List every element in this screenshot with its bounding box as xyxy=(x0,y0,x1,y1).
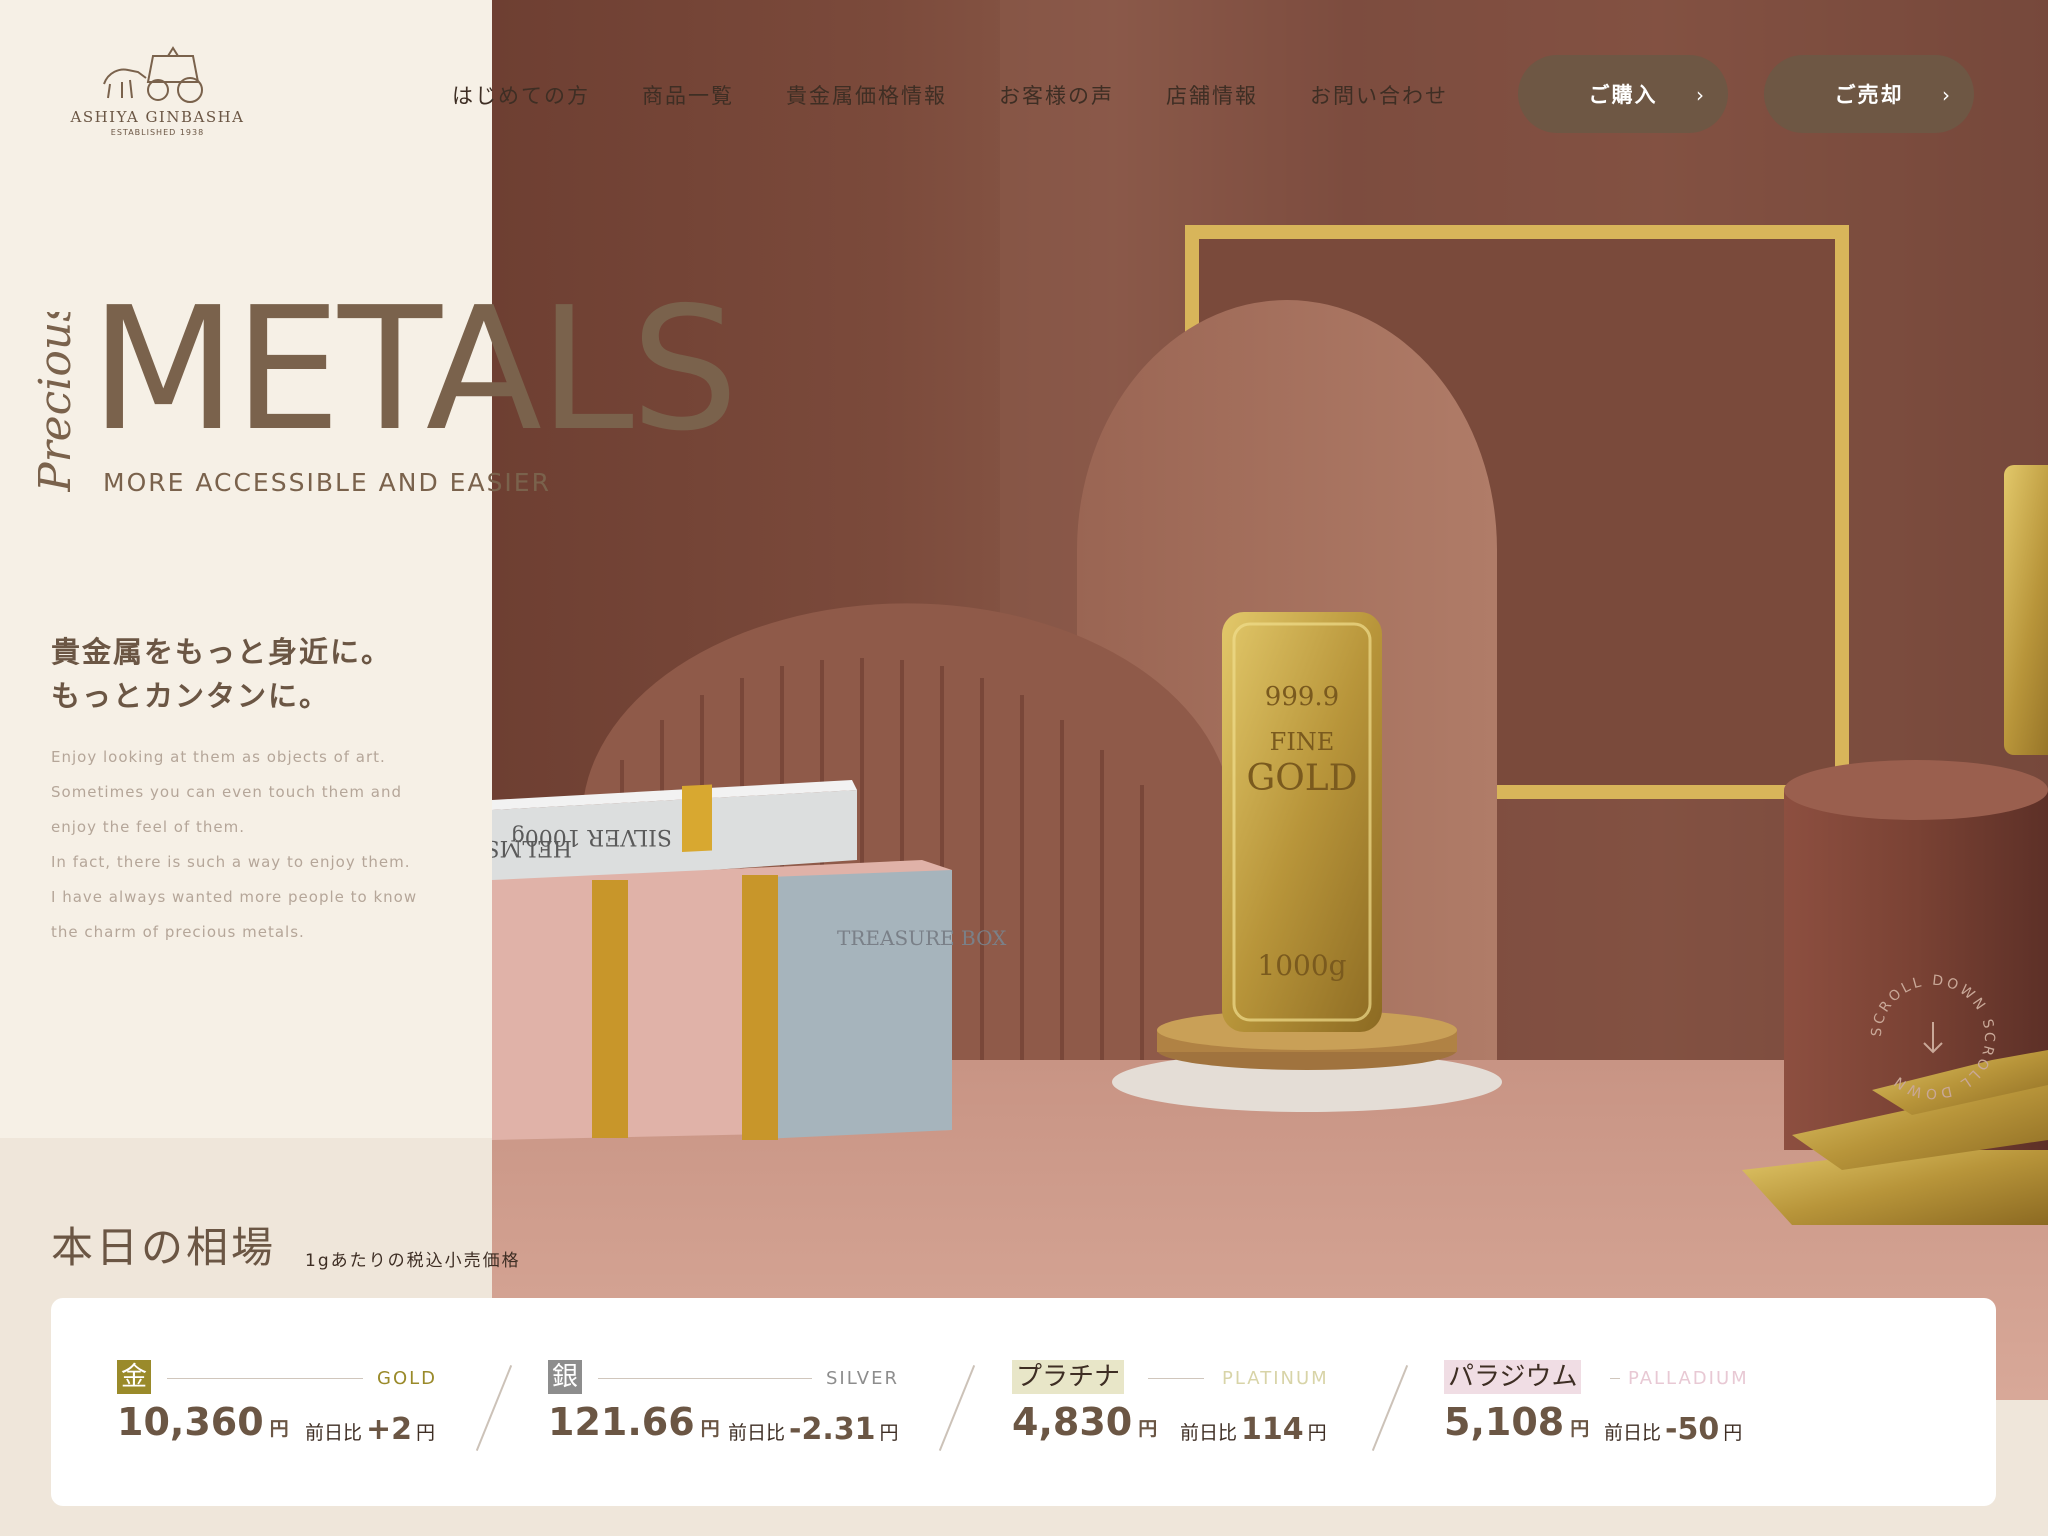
market-note: 1gあたりの税込小売価格 xyxy=(305,1251,521,1271)
desc-line: the charm of precious metals. xyxy=(51,923,305,941)
change-value: +2 xyxy=(366,1412,413,1447)
buy-button[interactable]: ご購入 › xyxy=(1518,55,1728,133)
metal-change: 前日比 +2 円 xyxy=(305,1412,435,1447)
desc-line: Enjoy looking at them as objects of art. xyxy=(51,748,386,766)
metal-palladium: パラジウム PALLADIUM 5,108 円 前日比 -50 円 xyxy=(1444,1360,1784,1447)
currency: 円 xyxy=(269,1418,289,1440)
metal-badge: プラチナ xyxy=(1012,1360,1125,1394)
divider-line xyxy=(167,1378,363,1379)
metal-silver: 銀 SILVER 121.66 円 前日比 -2.31 円 xyxy=(548,1360,908,1447)
price-value: 4,830 xyxy=(1012,1400,1133,1444)
carriage-logo-icon xyxy=(102,46,203,103)
gold-bar-purity: 999.9 xyxy=(1265,682,1339,712)
compare-label: 前日比 xyxy=(728,1422,786,1444)
metal-badge: 銀 xyxy=(548,1360,583,1394)
gold-bar-gold: GOLD xyxy=(1246,758,1357,799)
currency: 円 xyxy=(1307,1422,1327,1444)
price-value: 121.66 xyxy=(548,1400,695,1444)
hero-description: Enjoy looking at them as objects of art.… xyxy=(51,740,417,950)
compare-label: 前日比 xyxy=(1180,1422,1238,1444)
divider-line xyxy=(1148,1378,1204,1379)
silver-bar-brand: HELMS xyxy=(492,835,572,860)
price-value: 5,108 xyxy=(1444,1400,1565,1444)
metal-change: 前日比 -2.31 円 xyxy=(728,1412,899,1447)
desc-line: Sometimes you can even touch them and xyxy=(51,783,402,801)
divider-line xyxy=(1610,1378,1620,1379)
metal-price: 121.66 円 xyxy=(548,1400,720,1444)
metal-en: GOLD xyxy=(377,1368,438,1389)
price-value: 10,360 xyxy=(117,1400,264,1444)
currency: 円 xyxy=(700,1418,720,1440)
buy-button-label: ご購入 xyxy=(1588,83,1658,107)
metal-gold: 金 GOLD 10,360 円 前日比 +2 円 xyxy=(117,1360,438,1447)
sell-button[interactable]: ご売却 › xyxy=(1764,55,1974,133)
currency: 円 xyxy=(1138,1418,1158,1440)
metal-badge: パラジウム xyxy=(1444,1360,1582,1394)
nav-products[interactable]: 商品一覧 xyxy=(642,80,734,110)
brand-established: ESTABLISHED 1938 xyxy=(110,128,205,137)
metal-change: 前日比 -50 円 xyxy=(1604,1412,1742,1447)
brand-logo[interactable]: ASHIYA GINBASHA ESTABLISHED 1938 xyxy=(70,44,245,137)
gold-bar-weight: 1000g xyxy=(1257,949,1346,982)
nav-voices[interactable]: お客様の声 xyxy=(999,80,1114,110)
change-value: -2.31 xyxy=(789,1412,876,1447)
market-title: 本日の相場 xyxy=(51,1223,277,1272)
box-text: TREASURE BOX xyxy=(837,926,1007,950)
desc-line: In fact, there is such a way to enjoy th… xyxy=(51,853,411,871)
metal-platinum: プラチナ PLATINUM 4,830 円 前日比 114 円 xyxy=(1012,1360,1352,1447)
hero-lead: 貴金属をもっと身近に。 もっとカンタンに。 xyxy=(51,630,392,718)
currency: 円 xyxy=(1723,1422,1743,1444)
desc-line: I have always wanted more people to know xyxy=(51,888,418,906)
compare-label: 前日比 xyxy=(1604,1422,1662,1444)
desc-line: enjoy the feel of them. xyxy=(51,818,246,836)
hero-headline: METALS xyxy=(90,271,739,469)
hero-image: 999.9 FINE GOLD 1000g SILVER 1000g HELMS… xyxy=(492,0,2048,1400)
gold-bar-fine: FINE xyxy=(1270,728,1335,756)
currency: 円 xyxy=(416,1422,436,1444)
scroll-down-button[interactable]: SCROLL DOWN SCROLL DOWN xyxy=(1868,972,1998,1102)
change-value: 114 xyxy=(1241,1412,1304,1447)
metal-en: PALLADIUM xyxy=(1628,1368,1749,1389)
svg-text:Precious: Precious xyxy=(30,312,81,492)
nav-first-time[interactable]: はじめての方 xyxy=(452,80,590,110)
currency: 円 xyxy=(879,1422,899,1444)
nav-shops[interactable]: 店舗情報 xyxy=(1166,80,1258,110)
metal-change: 前日比 114 円 xyxy=(1180,1412,1327,1447)
metal-en: PLATINUM xyxy=(1222,1368,1329,1389)
change-value: -50 xyxy=(1665,1412,1720,1447)
divider-line xyxy=(598,1378,812,1379)
metal-price: 10,360 円 xyxy=(117,1400,289,1444)
sell-button-label: ご売却 xyxy=(1834,83,1904,107)
nav-price-info[interactable]: 貴金属価格情報 xyxy=(786,80,947,110)
brand-name: ASHIYA GINBASHA xyxy=(70,108,245,126)
left-panel xyxy=(0,0,492,1138)
arrow-down-icon xyxy=(1923,1022,1943,1054)
nav-contact[interactable]: お問い合わせ xyxy=(1310,80,1448,110)
hero-lead-line2: もっとカンタンに。 xyxy=(51,679,331,713)
metal-price: 4,830 円 xyxy=(1012,1400,1157,1444)
metal-price: 5,108 円 xyxy=(1444,1400,1589,1444)
global-nav: はじめての方 商品一覧 貴金属価格情報 お客様の声 店舗情報 お問い合わせ xyxy=(452,80,1500,110)
hero-tagline: MORE ACCESSIBLE AND EASIER xyxy=(103,468,551,497)
chevron-right-icon: › xyxy=(1696,83,1706,107)
chevron-right-icon: › xyxy=(1942,83,1952,107)
precious-script: Precious xyxy=(30,312,81,492)
currency: 円 xyxy=(1570,1418,1590,1440)
hero-lead-line1: 貴金属をもっと身近に。 xyxy=(51,635,393,669)
compare-label: 前日比 xyxy=(305,1422,363,1444)
metal-badge: 金 xyxy=(117,1360,152,1394)
metal-en: SILVER xyxy=(826,1368,899,1389)
